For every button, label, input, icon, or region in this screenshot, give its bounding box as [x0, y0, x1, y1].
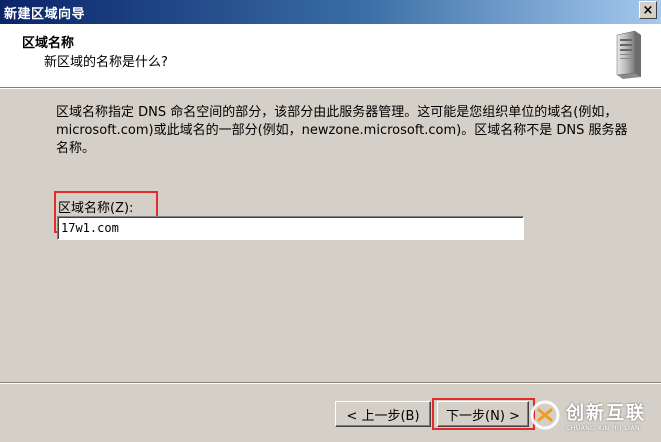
watermark-text: 创新互联: [566, 402, 646, 424]
title-bar[interactable]: 新建区域向导 ×: [0, 0, 661, 24]
wizard-header: 区域名称 新区域的名称是什么?: [0, 24, 661, 88]
back-button[interactable]: < 上一步(B): [335, 401, 431, 427]
page-title: 区域名称: [22, 36, 75, 51]
next-highlight-box: [432, 398, 535, 430]
zone-name-input[interactable]: [57, 216, 524, 240]
page-subtitle: 新区域的名称是什么?: [44, 55, 168, 70]
watermark: 创新互联 CHUANG XIN HU LIAN: [530, 393, 661, 437]
zone-name-description: 区域名称指定 DNS 命名空间的部分，该部分由此服务器管理。这可能是您组织单位的…: [56, 105, 628, 156]
close-icon: ×: [642, 2, 654, 18]
footer-divider: [0, 382, 661, 384]
zone-name-label: 区域名称(Z):: [58, 201, 134, 216]
chuangxin-logo-icon: [530, 400, 560, 430]
close-button[interactable]: ×: [639, 1, 657, 19]
watermark-subtext: CHUANG XIN HU LIAN: [566, 424, 641, 432]
window-title: 新建区域向导: [4, 7, 86, 22]
header-divider: [0, 88, 661, 89]
server-tower-icon: [616, 30, 641, 79]
